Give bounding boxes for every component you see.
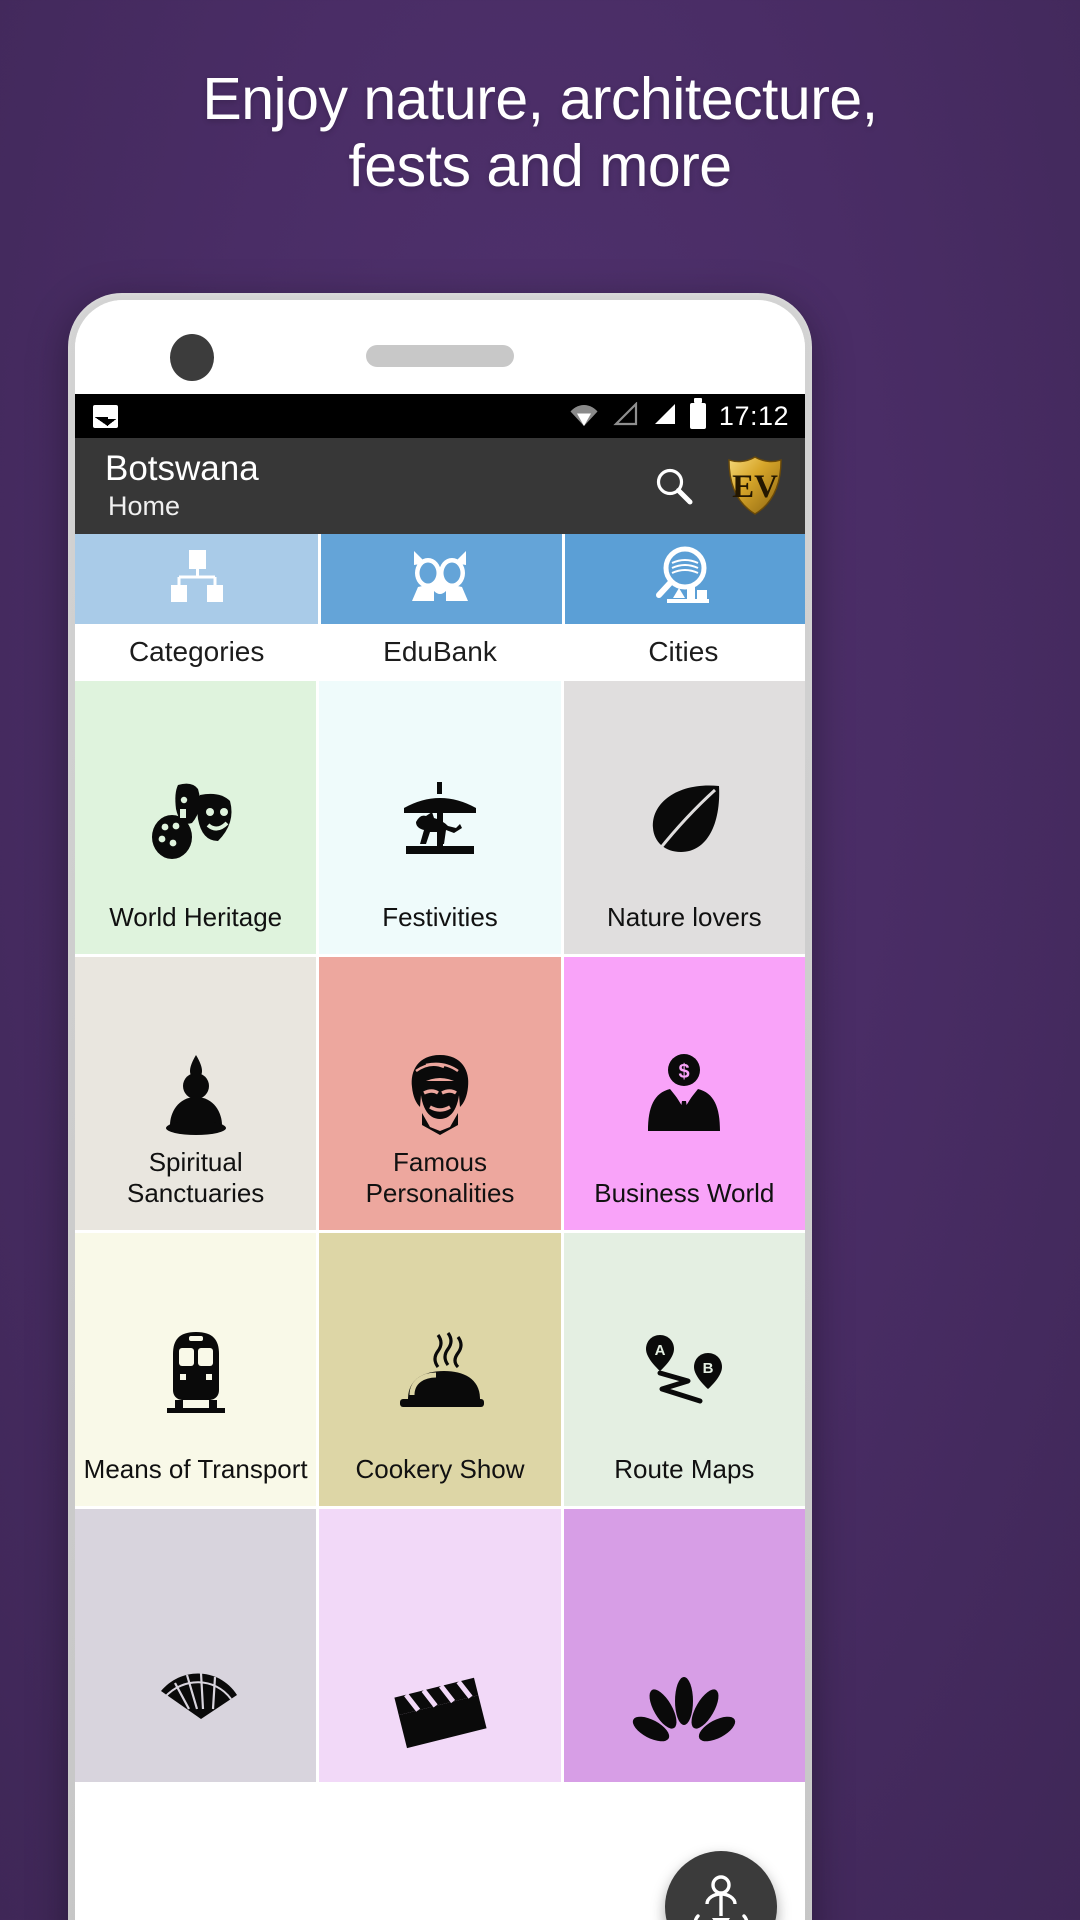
app-bar-titles: Botswana Home (105, 449, 259, 523)
businessman-icon: $ (642, 1022, 726, 1172)
page-subtitle: Home (108, 491, 181, 522)
battery-icon (689, 398, 706, 429)
tab-cities[interactable]: Cities (561, 534, 805, 681)
earpiece-speaker (366, 345, 514, 367)
community-fab-button[interactable] (665, 1851, 777, 1920)
grid-cell-label: Business World (594, 1178, 775, 1208)
tab-divider (561, 534, 565, 681)
status-bar-right: 17:12 (569, 398, 789, 432)
grid-cell-label: Route Maps (614, 1454, 755, 1484)
svg-text:EV: EV (732, 469, 778, 505)
grid-cell-famous-personalities[interactable]: Famous Personalities (319, 957, 561, 1230)
grid-cell-row4-3[interactable] (563, 1509, 805, 1782)
ev-shield-logo[interactable]: EV (727, 456, 783, 516)
hierarchy-icon (165, 547, 229, 612)
tab-edubank[interactable]: EduBank (318, 534, 562, 681)
grid-cell-label: Famous Personalities (365, 1147, 515, 1208)
grid-cell-festivities[interactable]: Festivities (319, 681, 561, 954)
grid-cell-route-maps[interactable]: A B Route Maps (563, 1233, 805, 1506)
owl-icon (404, 547, 476, 612)
grid-cell-world-heritage[interactable]: World Heritage (75, 681, 317, 954)
wifi-icon (569, 402, 599, 431)
tab-divider (318, 534, 322, 681)
tab-cities-label: Cities (561, 624, 805, 681)
masks-palette-icon (148, 746, 244, 896)
svg-text:$: $ (679, 1061, 690, 1083)
search-icon[interactable] (653, 465, 695, 507)
status-bar-left (93, 404, 118, 428)
grid-cell-label: Cookery Show (355, 1454, 525, 1484)
grid-cell-label: Spiritual Sanctuaries (127, 1147, 265, 1208)
flower-icon (629, 1643, 739, 1782)
signal-full-icon (651, 402, 677, 431)
svg-text:B: B (703, 1360, 714, 1377)
train-icon (157, 1298, 235, 1448)
tab-categories-icon-area (75, 534, 319, 624)
cloche-icon (394, 1298, 486, 1448)
app-bar-actions: EV (653, 456, 783, 516)
grid-cell-label: Means of Transport (83, 1454, 308, 1484)
phone-screen-frame: 17:12 Botswana Home EV Categories EduBan… (75, 300, 805, 1920)
grid-cell-row4-2[interactable] (319, 1509, 561, 1782)
tab-cities-icon-area (561, 534, 805, 624)
leaf-icon (641, 746, 727, 896)
grid-cell-label: Festivities (382, 902, 498, 932)
tab-edubank-label: EduBank (318, 624, 562, 681)
app-screen: 17:12 Botswana Home EV Categories EduBan… (75, 394, 805, 1920)
clapperboard-icon (385, 1639, 495, 1782)
grid-cell-label: Nature lovers (607, 902, 762, 932)
grid-cell-row4-1[interactable] (75, 1509, 317, 1782)
promo-headline-line2: fests and more (348, 133, 732, 200)
signal-empty-icon (612, 400, 638, 431)
grid-cell-label: World Heritage (109, 902, 283, 932)
svg-text:A: A (655, 1342, 666, 1359)
tab-categories[interactable]: Categories (75, 534, 319, 681)
fan-icon (141, 1639, 251, 1782)
route-icon: A B (638, 1298, 730, 1448)
tab-bar: Categories EduBank Cities (75, 534, 805, 681)
page-title: Botswana (105, 449, 259, 489)
tab-edubank-icon-area (318, 534, 562, 624)
tab-categories-label: Categories (75, 624, 319, 681)
grid-cell-means-of-transport[interactable]: Means of Transport (75, 1233, 317, 1506)
grid-cell-spiritual-sanctuaries[interactable]: Spiritual Sanctuaries (75, 957, 317, 1230)
phone-mockup: 17:12 Botswana Home EV Categories EduBan… (68, 293, 812, 1920)
status-bar: 17:12 (75, 394, 805, 438)
phone-top-bezel (75, 300, 805, 394)
front-camera-icon (170, 334, 214, 381)
photo-icon (93, 404, 118, 428)
grid-cell-cookery-show[interactable]: Cookery Show (319, 1233, 561, 1506)
status-bar-clock: 17:12 (718, 400, 789, 431)
category-grid: World Heritage Festivities Nature lovers… (75, 681, 805, 1782)
promo-headline: Enjoy nature, architecture, fests and mo… (0, 66, 1080, 201)
carousel-icon (394, 746, 486, 896)
grid-cell-nature-lovers[interactable]: Nature lovers (563, 681, 805, 954)
grid-cell-business-world[interactable]: $ Business World (563, 957, 805, 1230)
promo-headline-line1: Enjoy nature, architecture, (202, 66, 878, 132)
person-group-icon (682, 1868, 760, 1920)
city-search-icon (649, 546, 717, 613)
app-bar: Botswana Home EV (75, 438, 805, 534)
